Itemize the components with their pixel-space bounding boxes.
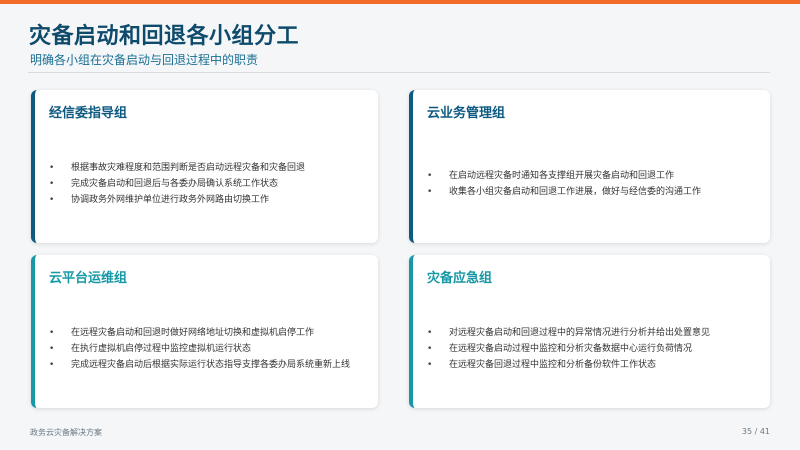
top-accent-bar	[0, 0, 800, 4]
card-cloud-ops-group: 云平台运维组 • 在远程灾备启动和回退时做好网络地址切换和虚拟机启停工作 • 在执行…	[31, 255, 378, 408]
bullet-icon: •	[427, 171, 433, 181]
card-title: 云业务管理组	[427, 106, 506, 121]
card-title: 经信委指导组	[49, 106, 128, 121]
bullet-icon: •	[49, 360, 55, 370]
bullet-icon: •	[49, 163, 55, 173]
list-item: • 在远程灾备回退过程中监控和分析备份软件工作状态	[427, 357, 762, 373]
bullet-icon: •	[427, 328, 433, 338]
list-item: • 协调政务外网维护单位进行政务外网路由切换工作	[49, 192, 370, 208]
card-list: • 根据事故灾难程度和范围判断是否启动远程灾备和灾备回退 • 完成灾备启动和回退后与…	[49, 160, 370, 208]
list-item: • 在启动远程灾备时通知各支撑组开展灾备启动和回退工作	[427, 168, 762, 184]
card-guidance-group: 经信委指导组 • 根据事故灾难程度和范围判断是否启动远程灾备和灾备回退 • 完成灾备…	[31, 90, 378, 243]
list-item: • 根据事故灾难程度和范围判断是否启动远程灾备和灾备回退	[49, 160, 370, 176]
list-item: • 在执行虚拟机启停过程中监控虚拟机运行状态	[49, 341, 370, 357]
bullet-icon: •	[427, 360, 433, 370]
list-item: • 对远程灾备启动和回退过程中的异常情况进行分析并给出处置意见	[427, 325, 762, 341]
page-subtitle: 明确各小组在灾备启动与回退过程中的职责	[30, 53, 259, 67]
bullet-icon: •	[49, 179, 55, 189]
list-item: • 在远程灾备启动和回退时做好网络地址切换和虚拟机启停工作	[49, 325, 370, 341]
footer-document-name: 政务云灾备解决方案	[30, 428, 102, 437]
list-item: • 完成远程灾备启动后根据实际运行状态指导支撑各委办局系统重新上线	[49, 357, 370, 373]
bullet-icon: •	[427, 344, 433, 354]
page-title: 灾备启动和回退各小组分工	[29, 24, 300, 49]
card-list: • 对远程灾备启动和回退过程中的异常情况进行分析并给出处置意见 • 在远程灾备启动过…	[427, 325, 762, 373]
list-item: • 在远程灾备启动过程中监控和分析灾备数据中心运行负荷情况	[427, 341, 762, 357]
card-emergency-group: 灾备应急组 • 对远程灾备启动和回退过程中的异常情况进行分析并给出处置意见 • 在远…	[409, 255, 770, 408]
card-list: • 在远程灾备启动和回退时做好网络地址切换和虚拟机启停工作 • 在执行虚拟机启停过程…	[49, 325, 370, 373]
bullet-icon: •	[427, 187, 433, 197]
card-cloud-business-group: 云业务管理组 • 在启动远程灾备时通知各支撑组开展灾备启动和回退工作 • 收集各小组…	[409, 90, 770, 243]
title-divider	[28, 72, 770, 73]
list-item: • 完成灾备启动和回退后与各委办局确认系统工作状态	[49, 176, 370, 192]
card-list: • 在启动远程灾备时通知各支撑组开展灾备启动和回退工作 • 收集各小组灾备启动和回退…	[427, 168, 762, 200]
card-title: 灾备应急组	[427, 271, 493, 286]
card-title: 云平台运维组	[49, 271, 128, 286]
bullet-icon: •	[49, 328, 55, 338]
bullet-icon: •	[49, 195, 55, 205]
bullet-icon: •	[49, 344, 55, 354]
footer-page-number: 35 / 41	[741, 427, 770, 436]
list-item: • 收集各小组灾备启动和回退工作进展，做好与经信委的沟通工作	[427, 184, 762, 200]
